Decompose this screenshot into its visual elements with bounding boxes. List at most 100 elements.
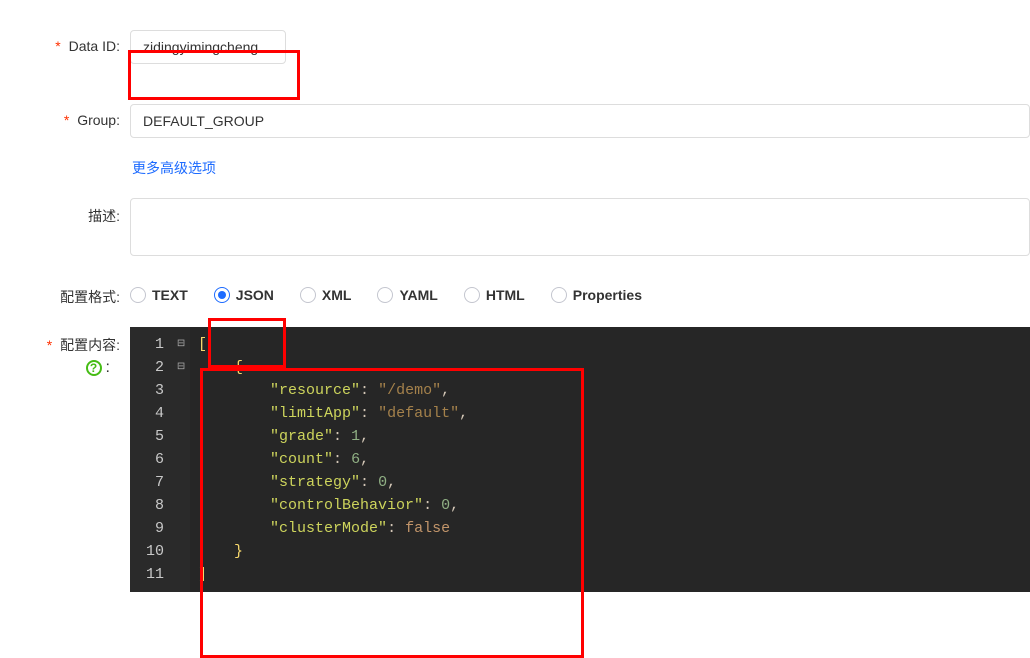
data-id-input[interactable] — [130, 30, 286, 64]
help-icon[interactable]: ? — [86, 360, 102, 376]
code-token: : — [333, 451, 351, 468]
code-token: "clusterMode" — [270, 520, 387, 537]
code-token: "grade" — [270, 428, 333, 445]
code-token: "resource" — [270, 382, 360, 399]
line-number: 8 — [146, 494, 164, 517]
radio-label-xml: XML — [322, 287, 352, 303]
label-text-group: Group: — [77, 112, 120, 128]
line-number: 2 — [146, 356, 164, 379]
radio-icon — [130, 287, 146, 303]
more-options-link[interactable]: 更多高级选项 — [130, 160, 216, 176]
radio-icon — [551, 287, 567, 303]
code-token: false — [405, 520, 450, 537]
code-token: , — [441, 382, 450, 399]
radio-label-properties: Properties — [573, 287, 642, 303]
line-number: 9 — [146, 517, 164, 540]
code-indent — [198, 451, 270, 468]
required-marker: * — [64, 112, 69, 128]
line-number: 3 — [146, 379, 164, 402]
row-group: * Group: — [0, 104, 1030, 158]
label-text-data-id: Data ID: — [69, 38, 120, 54]
code-token: , — [459, 405, 468, 422]
code-token: , — [387, 474, 396, 491]
code-indent — [198, 497, 270, 514]
code-token: ] — [198, 566, 207, 583]
code-token: , — [450, 497, 459, 514]
code-token: : — [423, 497, 441, 514]
line-number: 6 — [146, 448, 164, 471]
row-more-options: 更多高级选项 — [0, 158, 1030, 198]
radio-icon — [214, 287, 230, 303]
code-token: 6 — [351, 451, 360, 468]
label-data-id: * Data ID: — [0, 30, 130, 54]
code-token: "strategy" — [270, 474, 360, 491]
code-indent — [198, 382, 270, 399]
radio-icon — [377, 287, 393, 303]
row-config-format: 配置格式: TEXT JSON XML YAML — [0, 279, 1030, 327]
label-text-config-content: 配置内容: — [60, 337, 120, 353]
code-token: 0 — [378, 474, 387, 491]
format-radio-yaml[interactable]: YAML — [377, 287, 437, 303]
radio-label-html: HTML — [486, 287, 525, 303]
line-number: 11 — [146, 563, 164, 586]
radio-label-yaml: YAML — [399, 287, 437, 303]
fold-icon[interactable]: ⊟ — [174, 333, 188, 356]
code-token: : — [387, 520, 405, 537]
code-indent — [198, 405, 270, 422]
description-textarea[interactable] — [130, 198, 1030, 256]
code-token: , — [360, 451, 369, 468]
format-radio-group: TEXT JSON XML YAML HTML — [130, 279, 1030, 303]
row-config-content: * 配置内容: ? : 1 2 3 4 5 6 7 8 9 — [0, 327, 1030, 592]
code-token: , — [360, 428, 369, 445]
required-marker: * — [55, 38, 60, 54]
line-number: 10 — [146, 540, 164, 563]
format-radio-json[interactable]: JSON — [214, 287, 274, 303]
editor-code-area[interactable]: [ { "resource": "/demo", "limitApp": "de… — [190, 327, 476, 592]
code-token: : — [360, 405, 378, 422]
line-number: 7 — [146, 471, 164, 494]
code-token: "limitApp" — [270, 405, 360, 422]
code-token: "default" — [378, 405, 459, 422]
format-radio-html[interactable]: HTML — [464, 287, 525, 303]
radio-icon — [300, 287, 316, 303]
code-indent — [198, 520, 270, 537]
format-radio-text[interactable]: TEXT — [130, 287, 188, 303]
radio-icon — [464, 287, 480, 303]
code-indent — [198, 474, 270, 491]
label-text-config-format: 配置格式: — [60, 289, 120, 305]
help-row: ? : — [0, 359, 120, 377]
group-input[interactable] — [130, 104, 1030, 138]
format-radio-xml[interactable]: XML — [300, 287, 352, 303]
code-token: : — [360, 474, 378, 491]
line-number: 4 — [146, 402, 164, 425]
label-text-description: 描述: — [88, 208, 120, 224]
code-token: : — [360, 382, 378, 399]
required-marker: * — [47, 337, 52, 353]
code-token: [ — [198, 336, 207, 353]
code-token: } — [198, 543, 243, 560]
code-token: : — [333, 428, 351, 445]
row-description: 描述: — [0, 198, 1030, 279]
line-number: 5 — [146, 425, 164, 448]
code-token: "/demo" — [378, 382, 441, 399]
code-token: { — [198, 359, 243, 376]
line-number: 1 — [146, 333, 164, 356]
label-config-content: * 配置内容: ? : — [0, 327, 130, 377]
format-radio-properties[interactable]: Properties — [551, 287, 642, 303]
fold-icon[interactable]: ⊟ — [174, 356, 188, 379]
editor-gutter: 1 2 3 4 5 6 7 8 9 10 11 — [130, 327, 172, 592]
code-token: "controlBehavior" — [270, 497, 423, 514]
radio-label-json: JSON — [236, 287, 274, 303]
label-group: * Group: — [0, 104, 130, 128]
code-token: "count" — [270, 451, 333, 468]
code-token: 1 — [351, 428, 360, 445]
row-data-id: * Data ID: — [0, 30, 1030, 84]
label-config-format: 配置格式: — [0, 279, 130, 307]
label-description: 描述: — [0, 198, 130, 226]
help-colon: : — [106, 359, 110, 377]
code-token: 0 — [441, 497, 450, 514]
code-editor[interactable]: 1 2 3 4 5 6 7 8 9 10 11 ⊟ ⊟ [ — [130, 327, 1030, 592]
code-indent — [198, 428, 270, 445]
radio-label-text: TEXT — [152, 287, 188, 303]
editor-fold-column: ⊟ ⊟ — [172, 327, 190, 592]
